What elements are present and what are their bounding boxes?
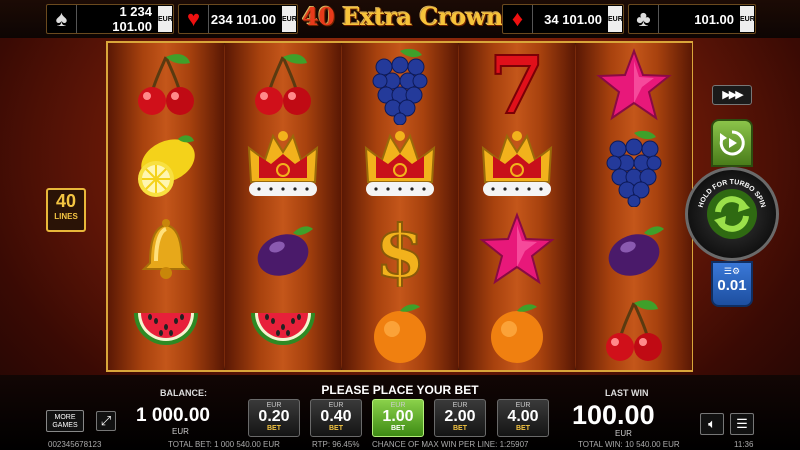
svg-text:7: 7	[489, 47, 545, 123]
jackpot-value: 1 234 101.00	[112, 4, 152, 34]
grapes-icon	[342, 44, 458, 126]
bet-button-3[interactable]: EUR 1.00 BET	[372, 399, 424, 437]
jackpot-currency: EUR	[740, 6, 755, 32]
bet-amount: 1.00	[382, 408, 414, 425]
watermelon-icon	[225, 290, 341, 372]
crown-icon	[225, 126, 341, 208]
bet-amount: 4.00	[507, 408, 539, 425]
bet-label: BET	[267, 425, 281, 432]
diamond-icon: ♦	[503, 5, 533, 33]
cherry-icon	[108, 44, 224, 126]
bet-amount: 2.00	[444, 408, 476, 425]
last-win-currency: EUR	[615, 429, 632, 438]
session-id: 002345678123	[48, 440, 102, 449]
reel-area: $7	[106, 41, 693, 372]
menu-button[interactable]: ☰	[730, 413, 754, 435]
reel-4: 7	[459, 43, 575, 370]
sound-button[interactable]: 🔈︎	[700, 413, 724, 435]
refresh-play-icon	[719, 130, 745, 156]
jackpot-currency: EUR	[608, 6, 623, 32]
hamburger-icon: ☰	[736, 416, 748, 431]
spin-button[interactable]: HOLD FOR TURBO SPIN	[685, 167, 779, 261]
spade-icon: ♠	[47, 5, 77, 33]
coins-icon: ☰⚙	[723, 266, 741, 276]
jackpot-value: 34 101.00	[544, 11, 602, 27]
total-win: TOTAL WIN: 10 540.00 EUR	[578, 440, 680, 449]
plum-icon	[576, 208, 692, 290]
game-logo: 40 Extra Crown	[302, 2, 503, 31]
bet-label: BET	[329, 425, 343, 432]
max-win-chance: CHANCE OF MAX WIN PER LINE: 1:25907	[372, 440, 529, 449]
jackpot-diamond: ♦ 34 101.00 EUR	[502, 4, 624, 34]
autoplay-button[interactable]: ▶▶▶	[712, 85, 752, 105]
total-bet: TOTAL BET: 1 000 540.00 EUR	[168, 440, 280, 449]
clock: 11:36	[734, 440, 754, 449]
crown-icon	[459, 126, 575, 208]
more-games-button[interactable]: MORE GAMES	[46, 410, 84, 432]
balance-value: 1 000.00	[136, 405, 210, 426]
jackpot-currency: EUR	[158, 6, 173, 32]
bet-button-1[interactable]: EUR 0.20 BET	[248, 399, 300, 437]
lemon-icon	[108, 126, 224, 208]
cherry-icon	[225, 44, 341, 126]
bet-button-5[interactable]: EUR 4.00 BET	[497, 399, 549, 437]
rtp: RTP: 96.45%	[312, 440, 360, 449]
fast-play-button[interactable]	[711, 119, 753, 167]
star-icon	[576, 44, 692, 126]
seven-icon: 7	[459, 44, 575, 126]
jackpot-value: 101.00	[694, 11, 734, 27]
lines-indicator: 40 LINES	[46, 188, 86, 232]
plum-icon	[225, 208, 341, 290]
fullscreen-icon: ⤢	[100, 413, 112, 428]
jackpot-club: ♣ 101.00 EUR	[628, 4, 756, 34]
svg-text:HOLD FOR TURBO SPIN: HOLD FOR TURBO SPIN	[698, 179, 767, 208]
jackpot-spade: ♠ 1 234 101.00 EUR	[46, 4, 174, 34]
bet-label: BET	[453, 425, 467, 432]
star-icon	[459, 208, 575, 290]
bet-label: BET	[391, 425, 405, 432]
grapes-icon	[576, 126, 692, 208]
dollar-icon: $	[342, 208, 458, 290]
cherry-icon	[576, 290, 692, 372]
reel-5	[576, 43, 692, 370]
heart-icon: ♥	[179, 5, 209, 33]
reel-3: $	[342, 43, 458, 370]
last-win-value: 100.00	[572, 400, 655, 430]
reel-1	[108, 43, 224, 370]
crown-icon	[342, 126, 458, 208]
svg-text:$: $	[375, 211, 425, 287]
bet-amount: 0.40	[320, 408, 352, 425]
balance-currency: EUR	[172, 427, 189, 436]
jackpot-value: 234 101.00	[210, 11, 276, 27]
bet-button-2[interactable]: EUR 0.40 BET	[310, 399, 362, 437]
bet-button-4[interactable]: EUR 2.00 BET	[434, 399, 486, 437]
bet-prompt: PLEASE PLACE YOUR BET	[321, 383, 479, 397]
reel-2	[225, 43, 341, 370]
watermelon-icon	[108, 290, 224, 372]
orange-icon	[342, 290, 458, 372]
spin-label-ring: HOLD FOR TURBO SPIN	[698, 179, 767, 208]
bet-per-line-value: 0.01	[717, 277, 747, 294]
bet-per-line-button[interactable]: ☰⚙ 0.01	[711, 261, 753, 307]
club-icon: ♣	[629, 5, 659, 33]
orange-icon	[459, 290, 575, 372]
fullscreen-button[interactable]: ⤢	[96, 411, 116, 431]
jackpot-currency: EUR	[282, 6, 297, 32]
bet-amount: 0.20	[258, 408, 290, 425]
jackpot-heart: ♥ 234 101.00 EUR	[178, 4, 298, 34]
speaker-icon: 🔈︎	[708, 416, 716, 431]
last-win-label: LAST WIN	[605, 388, 649, 398]
bell-icon	[108, 208, 224, 290]
bet-label: BET	[516, 425, 530, 432]
